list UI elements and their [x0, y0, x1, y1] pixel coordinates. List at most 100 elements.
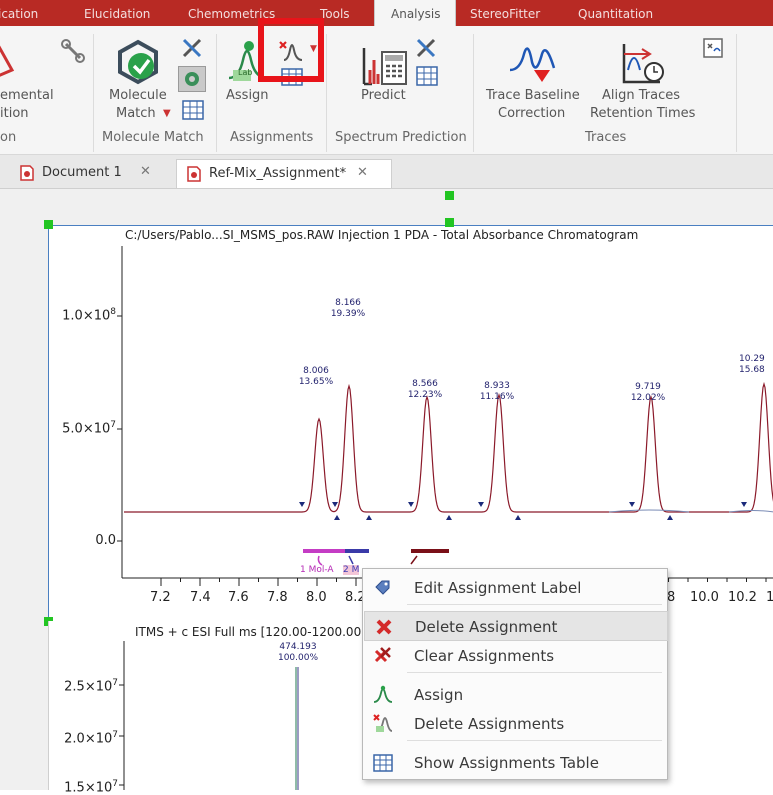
menu-separator [407, 672, 662, 673]
peak-label: 8.566 12.23% [407, 379, 443, 400]
x-tick-label: 7.6 [228, 590, 249, 605]
trace-baseline-line2[interactable]: Correction [498, 106, 565, 121]
chromatogram-trace [124, 381, 773, 513]
group-label-assignments: Assignments [230, 130, 314, 145]
peak-boundary-marker [515, 515, 521, 520]
peak-boundary-marker [446, 515, 452, 520]
ribbon-separator [93, 34, 94, 152]
peak-label: 10.29 15.68 [739, 354, 765, 375]
molecule-match-line1[interactable]: Molecule [109, 88, 167, 103]
molecule-match-icon[interactable] [114, 38, 162, 86]
align-traces-line1[interactable]: Align Traces [602, 88, 680, 103]
assignment-label[interactable]: 2 M [343, 565, 360, 575]
context-menu: Edit Assignment Label Delete Assignment … [362, 568, 668, 780]
peak-boundary-marker [629, 502, 635, 507]
y-tick-label: 2.5×107 [64, 678, 118, 695]
chromatogram-plot [117, 246, 773, 586]
peak-boundary-marker [667, 515, 673, 520]
chromatogram-panel[interactable]: C:/Users/Pablo...SI_MSMS_pos.RAW Injecti… [48, 225, 773, 622]
highlight-box [258, 18, 324, 82]
peak-boundary-marker [332, 502, 338, 507]
predict-tools-icon[interactable] [414, 36, 438, 60]
link-tool-icon[interactable] [60, 38, 86, 64]
doc-tab-label: Document 1 [42, 165, 122, 180]
ribbon-separator [736, 34, 737, 152]
group-label-spectrum-prediction: Spectrum Prediction [335, 130, 467, 145]
resize-handle[interactable] [445, 191, 454, 200]
menu-item-show-assignments-table[interactable]: Show Assignments Table [364, 748, 666, 776]
peak-boundary-marker [334, 515, 340, 520]
molecule-view-icon [185, 72, 199, 86]
elemental-line2[interactable]: ition [0, 106, 29, 121]
trace-baseline-icon[interactable] [508, 40, 556, 86]
ribbon-separator [473, 34, 474, 152]
wrench-screwdriver-icon[interactable] [180, 36, 204, 60]
y-tick-label: 1.0×108 [62, 307, 116, 324]
y-tick-label: 5.0×107 [62, 420, 116, 437]
predict-label[interactable]: Predict [361, 88, 406, 103]
close-icon[interactable]: ✕ [357, 165, 368, 180]
group-label-elemental: on [0, 130, 17, 145]
x-tick-label: 1 [766, 590, 773, 605]
assignment-label[interactable]: 1 Mol-A [300, 565, 334, 575]
peak-label: 8.166 19.39% [330, 298, 366, 319]
x-tick-label: 7.2 [150, 590, 171, 605]
molecule-match-line2[interactable]: Match [116, 106, 156, 121]
molecule-view-toggle[interactable] [178, 66, 206, 92]
clear-x-icon [374, 647, 391, 663]
assign-label[interactable]: Assign [226, 88, 269, 103]
align-traces-line2[interactable]: Retention Times [590, 106, 695, 121]
document-icon [20, 165, 34, 181]
tab-elucidation[interactable]: Elucidation [84, 7, 150, 21]
x-tick-label: 10.2 [728, 590, 757, 605]
y-tick-label: 0.0 [95, 533, 116, 548]
elemental-composition-icon[interactable] [0, 40, 16, 80]
doc-tab-ref-mix-assignment[interactable]: Ref-Mix_Assignment* ✕ [176, 159, 392, 188]
peak-boundary-marker [366, 515, 372, 520]
doc-tab-document-1[interactable]: Document 1 ✕ [10, 159, 160, 187]
resize-handle[interactable] [445, 218, 454, 227]
elemental-line1[interactable]: emental [0, 88, 54, 103]
tab-stereofitter[interactable]: StereoFitter [470, 7, 540, 21]
assignment-connector [317, 555, 323, 566]
menu-item-clear-assignments[interactable]: Clear Assignments [364, 641, 666, 669]
menu-item-delete-assignment[interactable]: Delete Assignment [364, 611, 668, 641]
ms-peak-label: 474.193 100.00% [277, 642, 319, 663]
trace-settings-icon[interactable] [703, 38, 723, 58]
x-tick-label: 7.8 [267, 590, 288, 605]
assignment-connector [410, 555, 418, 565]
menu-separator [407, 740, 662, 741]
x-tick-label: 10.0 [690, 590, 719, 605]
red-x-icon [376, 619, 392, 635]
trace-baseline-line1[interactable]: Trace Baseline [486, 88, 580, 103]
peak-label: 8.006 13.65% [298, 366, 334, 387]
menu-separator [407, 604, 662, 605]
table-icon [373, 754, 393, 772]
tag-icon [375, 580, 390, 595]
peak-boundary-marker [299, 502, 305, 507]
molecule-table-icon[interactable] [182, 100, 204, 120]
ribbon-tab-bar: ication Elucidation Chemometrics Tools A… [0, 0, 773, 30]
align-traces-icon[interactable] [620, 40, 666, 86]
predict-icon[interactable] [362, 44, 408, 86]
ribbon: emental ition on Molecule Match ▼ Molecu… [0, 26, 773, 155]
peak-label: 9.719 12.02% [630, 382, 666, 403]
menu-item-assign[interactable]: Assign [364, 680, 666, 708]
resize-handle[interactable] [44, 220, 53, 229]
menu-item-delete-assignments[interactable]: Delete Assignments [364, 709, 666, 737]
close-icon[interactable]: ✕ [140, 164, 151, 179]
molecule-match-dropdown-icon[interactable]: ▼ [163, 108, 171, 119]
predict-table-icon[interactable] [416, 66, 438, 86]
tab-quantitation[interactable]: Quantitation [578, 7, 653, 21]
group-label-traces: Traces [585, 130, 627, 145]
y-tick-label: 1.5×107 [64, 779, 118, 795]
y-tick-label: 2.0×107 [64, 730, 118, 747]
ribbon-separator [326, 34, 327, 152]
ribbon-separator [216, 34, 217, 152]
tab-tools[interactable]: Tools [320, 7, 350, 21]
menu-item-edit-assignment-label[interactable]: Edit Assignment Label [364, 573, 666, 601]
tab-application[interactable]: ication [0, 7, 38, 21]
doc-tab-label: Ref-Mix_Assignment* [209, 166, 347, 181]
peak-boundary-marker [478, 502, 484, 507]
assign-mini-label: Lab [238, 68, 253, 77]
